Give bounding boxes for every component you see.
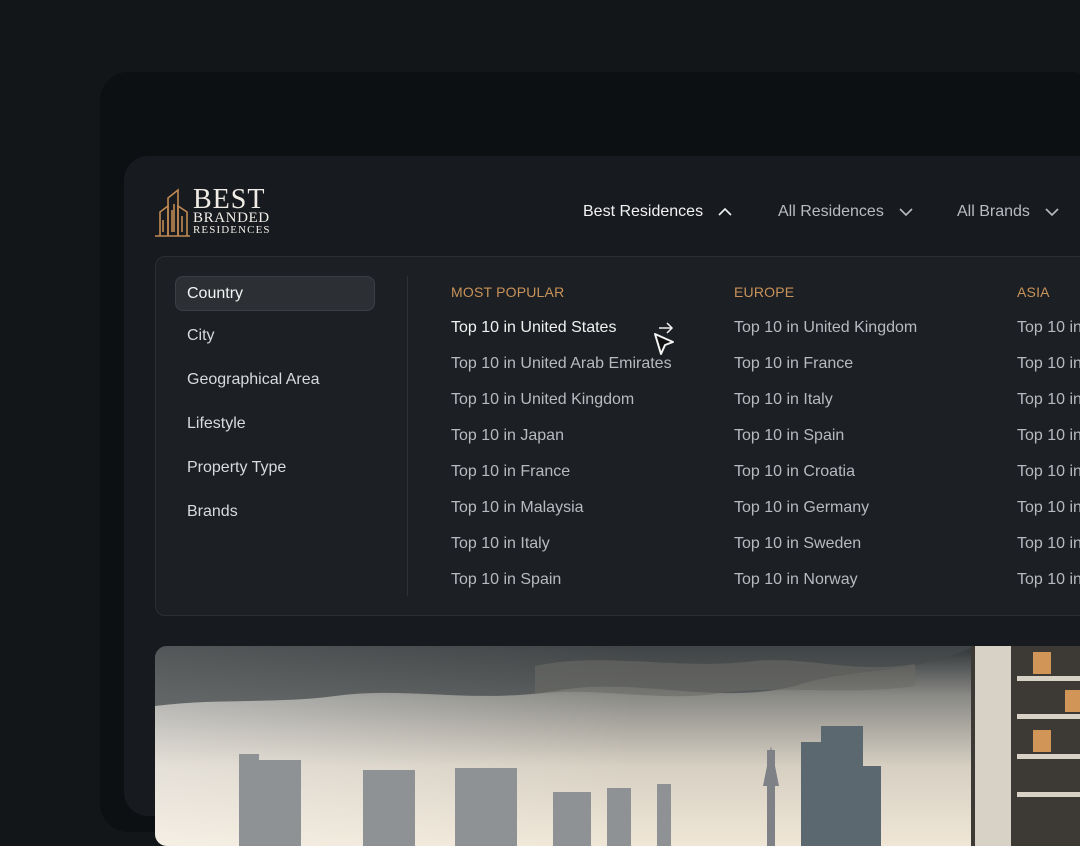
nav-label: All Residences [778, 203, 884, 220]
chevron-down-icon [899, 208, 913, 217]
link-most-popular-7[interactable]: Top 10 in Italy [451, 535, 550, 553]
link-asia-8[interactable]: Top 10 in [1017, 571, 1080, 589]
logo[interactable]: BEST BRANDED RESIDENCES [154, 186, 274, 238]
menu-divider [407, 276, 408, 596]
nav-all-brands[interactable]: All Brands [957, 201, 1060, 223]
link-europe-4[interactable]: Top 10 in Spain [734, 427, 844, 445]
hero-image [155, 646, 1080, 846]
link-most-popular-1[interactable]: Top 10 in United States [451, 319, 616, 337]
link-most-popular-2[interactable]: Top 10 in United Arab Emirates [451, 355, 672, 373]
category-brands[interactable]: Brands [175, 494, 375, 529]
nav-label: All Brands [957, 203, 1030, 220]
building-logo-icon [155, 188, 190, 237]
category-country[interactable]: Country [175, 276, 375, 311]
link-most-popular-3[interactable]: Top 10 in United Kingdom [451, 391, 634, 409]
link-most-popular-4[interactable]: Top 10 in Japan [451, 427, 564, 445]
link-most-popular-5[interactable]: Top 10 in France [451, 463, 570, 481]
link-most-popular-6[interactable]: Top 10 in Malaysia [451, 499, 584, 517]
link-europe-5[interactable]: Top 10 in Croatia [734, 463, 855, 481]
mouse-cursor-icon [654, 333, 674, 355]
link-most-popular-8[interactable]: Top 10 in Spain [451, 571, 561, 589]
link-asia-3[interactable]: Top 10 in [1017, 391, 1080, 409]
nav-label: Best Residences [583, 203, 704, 220]
chevron-down-icon [1045, 208, 1059, 217]
link-asia-2[interactable]: Top 10 in [1017, 355, 1080, 373]
column-heading-europe: EUROPE [734, 284, 795, 300]
category-geographical-area[interactable]: Geographical Area [175, 362, 375, 397]
link-europe-1[interactable]: Top 10 in United Kingdom [734, 319, 917, 337]
link-europe-3[interactable]: Top 10 in Italy [734, 391, 833, 409]
link-europe-2[interactable]: Top 10 in France [734, 355, 853, 373]
chevron-up-icon [718, 207, 732, 216]
column-heading-most-popular: MOST POPULAR [451, 284, 565, 300]
category-property-type[interactable]: Property Type [175, 450, 375, 485]
column-heading-asia: ASIA [1017, 284, 1050, 300]
category-lifestyle[interactable]: Lifestyle [175, 406, 375, 441]
link-europe-7[interactable]: Top 10 in Sweden [734, 535, 861, 553]
nav-all-residences[interactable]: All Residences [778, 201, 914, 223]
logo-text-residences: RESIDENCES [193, 224, 271, 236]
link-asia-4[interactable]: Top 10 in [1017, 427, 1080, 445]
link-asia-6[interactable]: Top 10 in [1017, 499, 1080, 517]
link-asia-5[interactable]: Top 10 in [1017, 463, 1080, 481]
link-europe-6[interactable]: Top 10 in Germany [734, 499, 869, 517]
link-asia-7[interactable]: Top 10 in [1017, 535, 1080, 553]
category-city[interactable]: City [175, 318, 375, 353]
link-asia-1[interactable]: Top 10 in [1017, 319, 1080, 337]
nav-best-residences[interactable]: Best Residences [583, 201, 733, 223]
link-europe-8[interactable]: Top 10 in Norway [734, 571, 858, 589]
